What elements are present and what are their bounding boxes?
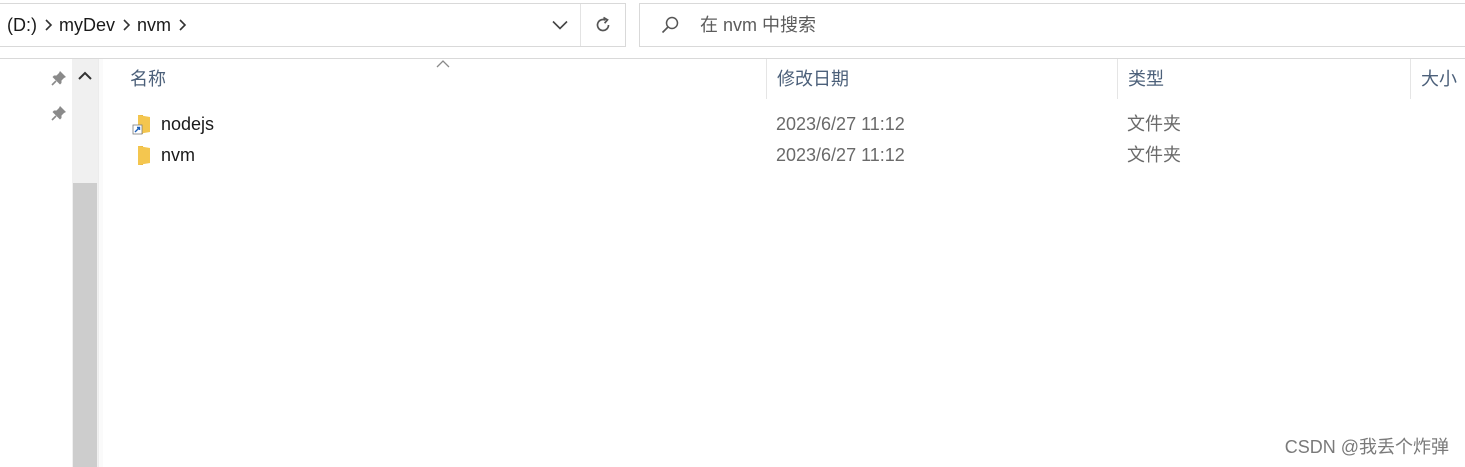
file-row[interactable]: nvm 2023/6/27 11:12 文件夹 (102, 140, 1465, 171)
chevron-right-icon[interactable] (115, 4, 137, 46)
refresh-icon (596, 16, 610, 32)
folder-icon (138, 146, 150, 165)
breadcrumb: (D:) myDev nvm (7, 4, 193, 46)
refresh-button[interactable] (581, 4, 625, 46)
file-type: 文件夹 (1127, 145, 1181, 165)
scroll-thumb[interactable] (73, 183, 97, 467)
search-input[interactable]: 在 nvm 中搜索 (700, 4, 816, 46)
column-name[interactable]: 名称 (120, 59, 766, 99)
nav-scrollbar[interactable] (72, 59, 98, 467)
file-date-modified: 2023/6/27 11:12 (776, 114, 905, 134)
breadcrumb-item-drive[interactable]: (D:) (7, 15, 37, 36)
file-row[interactable]: nodejs 2023/6/27 11:12 文件夹 (102, 109, 1465, 140)
scroll-up-button[interactable] (72, 59, 98, 93)
column-date-modified[interactable]: 修改日期 (766, 59, 1117, 99)
column-size[interactable]: 大小 (1410, 59, 1465, 99)
navigation-pane (0, 59, 72, 467)
chevron-right-icon[interactable] (171, 4, 193, 46)
search-box[interactable]: 在 nvm 中搜索 (639, 3, 1465, 47)
watermark: CSDN @我丢个炸弹 (1284, 437, 1449, 457)
top-bar: (D:) myDev nvm 在 nvm 中搜索 (0, 0, 1465, 59)
address-dropdown-button[interactable] (540, 4, 580, 46)
file-date-modified: 2023/6/27 11:12 (776, 145, 905, 165)
chevron-down-icon (552, 20, 568, 30)
column-type[interactable]: 类型 (1117, 59, 1410, 99)
chevron-right-icon[interactable] (37, 4, 59, 46)
pin-icon[interactable] (51, 70, 67, 86)
file-list: nodejs 2023/6/27 11:12 文件夹 nvm 2023/6/27… (102, 109, 1465, 171)
search-icon (661, 16, 679, 34)
file-name[interactable]: nodejs (161, 109, 214, 140)
file-type: 文件夹 (1127, 114, 1181, 134)
address-bar[interactable]: (D:) myDev nvm (0, 3, 626, 47)
column-header: 名称 修改日期 类型 大小 (102, 59, 1465, 101)
chevron-up-icon (78, 71, 92, 80)
pin-icon[interactable] (51, 105, 67, 121)
folder-shortcut-icon (132, 115, 150, 135)
breadcrumb-item-mydev[interactable]: myDev (59, 15, 115, 36)
breadcrumb-item-nvm[interactable]: nvm (137, 15, 171, 36)
file-name[interactable]: nvm (161, 140, 195, 171)
